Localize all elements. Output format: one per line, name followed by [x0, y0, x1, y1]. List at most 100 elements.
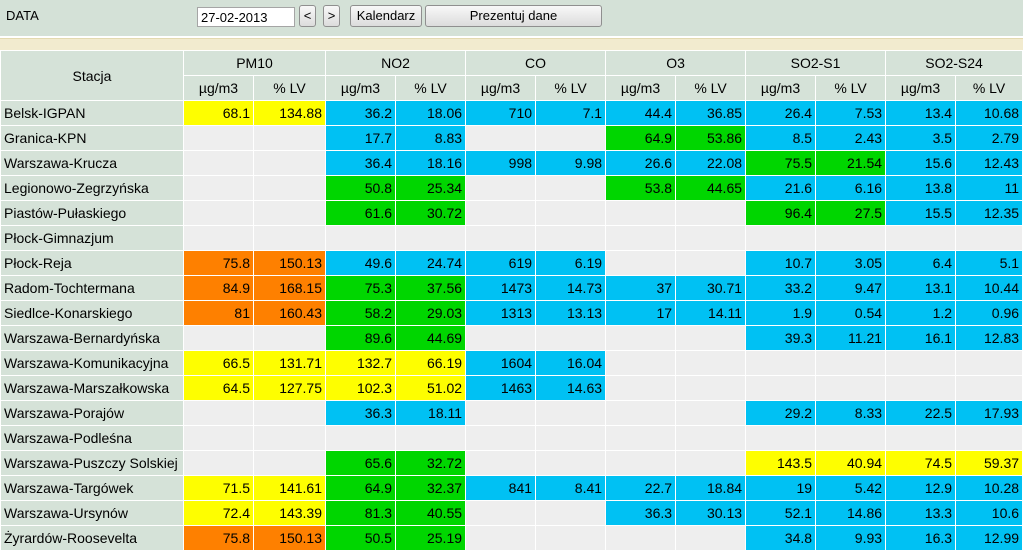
- concentration-cell: 89.6: [325, 325, 397, 351]
- limit-percent-cell: 10.28: [955, 475, 1023, 501]
- station-name: Warszawa-Porajów: [0, 400, 184, 426]
- pollutant-header: CO: [465, 50, 607, 76]
- limit-percent-cell: 6.16: [815, 175, 887, 201]
- table-row: Warszawa-Ursynów 72.4 143.39 81.3 40.55 36.3 3…: [0, 500, 1023, 526]
- concentration-cell: [183, 200, 254, 226]
- limit-percent-cell: [675, 525, 747, 551]
- limit-percent-cell: [535, 450, 607, 476]
- limit-percent-cell: 11.21: [815, 325, 887, 351]
- limit-percent-cell: 168.15: [252, 275, 327, 301]
- concentration-cell: [183, 225, 254, 251]
- concentration-cell: 13.3: [885, 500, 957, 526]
- concentration-cell: 17.7: [325, 125, 397, 151]
- concentration-cell: 50.8: [325, 175, 397, 201]
- limit-percent-cell: [675, 325, 747, 351]
- limit-percent-cell: 143.39: [252, 500, 327, 526]
- limit-percent-cell: 127.75: [252, 375, 327, 401]
- concentration-cell: 8.5: [745, 125, 817, 151]
- limit-percent-cell: 3.05: [815, 250, 887, 276]
- limit-percent-cell: 21.54: [815, 150, 887, 176]
- limit-percent-cell: 12.35: [955, 200, 1023, 226]
- limit-percent-cell: 160.43: [252, 300, 327, 326]
- concentration-cell: 1.9: [745, 300, 817, 326]
- limit-percent-cell: 32.37: [395, 475, 467, 501]
- limit-percent-cell: 18.16: [395, 150, 467, 176]
- limit-percent-cell: [535, 125, 607, 151]
- concentration-cell: [465, 525, 537, 551]
- present-data-button[interactable]: Prezentuj dane: [425, 5, 602, 27]
- next-day-button[interactable]: >: [323, 5, 340, 27]
- concentration-cell: 75.3: [325, 275, 397, 301]
- limit-percent-cell: 0.96: [955, 300, 1023, 326]
- concentration-cell: 15.6: [885, 150, 957, 176]
- station-header: Stacja: [0, 50, 184, 101]
- concentration-cell: 39.3: [745, 325, 817, 351]
- limit-percent-cell: [252, 450, 327, 476]
- limit-percent-cell: 66.19: [395, 350, 467, 376]
- pollutant-header: O3: [605, 50, 747, 76]
- unit-header-limit-percent: % LV: [675, 75, 747, 101]
- limit-percent-cell: [815, 350, 887, 376]
- limit-percent-cell: 14.63: [535, 375, 607, 401]
- limit-percent-cell: 40.55: [395, 500, 467, 526]
- limit-percent-cell: 8.83: [395, 125, 467, 151]
- concentration-cell: [605, 200, 677, 226]
- limit-percent-cell: [815, 425, 887, 451]
- concentration-cell: [605, 350, 677, 376]
- concentration-cell: 74.5: [885, 450, 957, 476]
- limit-percent-cell: 18.84: [675, 475, 747, 501]
- table-row: Belsk-IGPAN 68.1 134.88 36.2 18.06 710 7.1 44.4…: [0, 100, 1023, 126]
- unit-header-concentration: µg/m3: [465, 75, 537, 101]
- concentration-cell: [183, 175, 254, 201]
- limit-percent-cell: 131.71: [252, 350, 327, 376]
- limit-percent-cell: [252, 175, 327, 201]
- date-input[interactable]: [197, 7, 295, 27]
- concentration-cell: 29.2: [745, 400, 817, 426]
- station-name: Płock-Reja: [0, 250, 184, 276]
- limit-percent-cell: 24.74: [395, 250, 467, 276]
- limit-percent-cell: [675, 400, 747, 426]
- limit-percent-cell: 9.47: [815, 275, 887, 301]
- concentration-cell: [325, 425, 397, 451]
- concentration-cell: [183, 425, 254, 451]
- limit-percent-cell: 59.37: [955, 450, 1023, 476]
- concentration-cell: 96.4: [745, 200, 817, 226]
- limit-percent-cell: 9.93: [815, 525, 887, 551]
- concentration-cell: [605, 325, 677, 351]
- concentration-cell: [885, 225, 957, 251]
- previous-day-button[interactable]: <: [299, 5, 316, 27]
- concentration-cell: 81.3: [325, 500, 397, 526]
- limit-percent-cell: [535, 325, 607, 351]
- pollutant-header: SO2-S24: [885, 50, 1023, 76]
- limit-percent-cell: 10.44: [955, 275, 1023, 301]
- station-name: Warszawa-Podleśna: [0, 425, 184, 451]
- concentration-cell: 61.6: [325, 200, 397, 226]
- concentration-cell: 34.8: [745, 525, 817, 551]
- station-name: Piastów-Pułaskiego: [0, 200, 184, 226]
- concentration-cell: [885, 425, 957, 451]
- limit-percent-cell: [535, 500, 607, 526]
- concentration-cell: [465, 225, 537, 251]
- limit-percent-cell: 44.65: [675, 175, 747, 201]
- limit-percent-cell: [395, 225, 467, 251]
- concentration-cell: 50.5: [325, 525, 397, 551]
- limit-percent-cell: 25.19: [395, 525, 467, 551]
- table-row: Warszawa-Podleśna: [0, 425, 1023, 451]
- limit-percent-cell: [535, 200, 607, 226]
- concentration-cell: [745, 375, 817, 401]
- concentration-cell: [605, 400, 677, 426]
- concentration-cell: 1604: [465, 350, 537, 376]
- unit-header-limit-percent: % LV: [955, 75, 1023, 101]
- concentration-cell: 19: [745, 475, 817, 501]
- station-name: Siedlce-Konarskiego: [0, 300, 184, 326]
- concentration-cell: [183, 450, 254, 476]
- calendar-button[interactable]: Kalendarz: [350, 5, 422, 27]
- pollutant-header: PM10: [182, 50, 327, 76]
- concentration-cell: [465, 450, 537, 476]
- concentration-cell: 52.1: [745, 500, 817, 526]
- limit-percent-cell: [535, 175, 607, 201]
- pollutant-header: NO2: [325, 50, 467, 76]
- concentration-cell: 102.3: [325, 375, 397, 401]
- limit-percent-cell: [675, 225, 747, 251]
- limit-percent-cell: [252, 150, 327, 176]
